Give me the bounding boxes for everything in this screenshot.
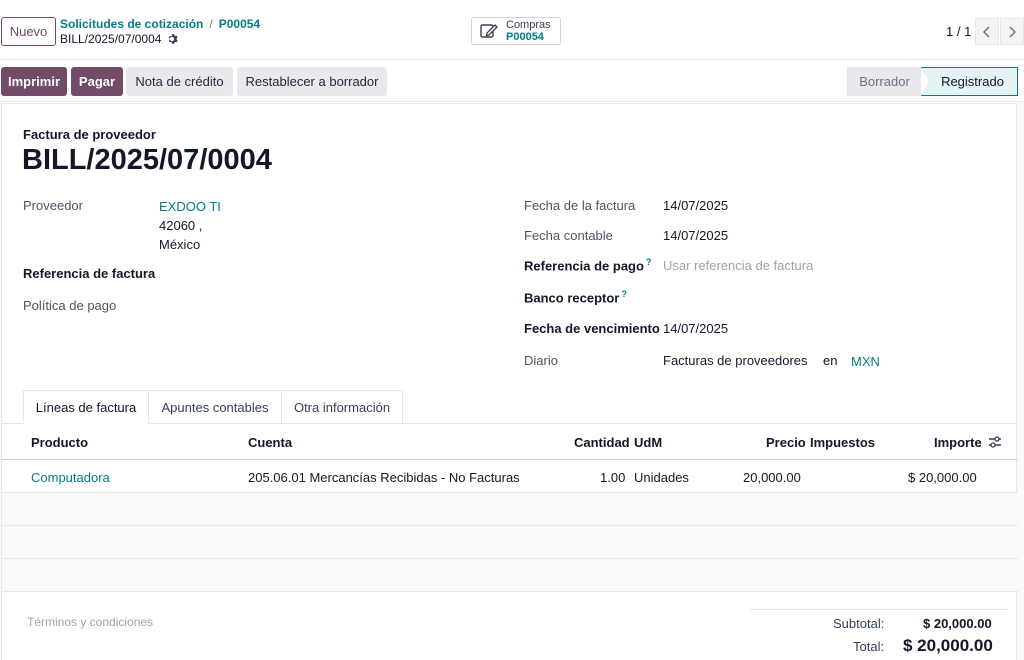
row-product[interactable]: Computadora — [31, 470, 110, 485]
accounting-date-field[interactable]: 14/07/2025 — [663, 228, 728, 243]
invoice-date-label: Fecha de la factura — [524, 198, 636, 213]
smart-button-value: P00054 — [506, 31, 544, 43]
currency-field[interactable]: MXN — [851, 354, 880, 369]
column-price[interactable]: Precio — [766, 435, 806, 450]
empty-row — [2, 526, 1018, 559]
purchase-smart-button[interactable]: Compras P00054 — [471, 17, 561, 45]
row-amount: $ 20,000.00 — [908, 470, 977, 485]
invoice-date-field[interactable]: 14/07/2025 — [663, 198, 728, 213]
row-account[interactable]: 205.06.01 Mercancías Recibidas - No Fact… — [248, 470, 520, 485]
status-bar: Borrador Registrado — [847, 67, 1018, 96]
journal-label: Diario — [524, 353, 558, 368]
column-uom[interactable]: UdM — [634, 435, 662, 450]
empty-row — [2, 559, 1018, 592]
print-button[interactable]: Imprimir — [1, 67, 67, 96]
empty-row — [2, 493, 1018, 526]
gear-icon[interactable] — [166, 33, 179, 45]
breadcrumb-separator: / — [209, 17, 213, 31]
edit-document-icon — [480, 24, 498, 38]
due-date-label: Fecha de vencimiento — [524, 321, 660, 336]
journal-field[interactable]: Facturas de proveedores — [663, 353, 808, 368]
vendor-address-line1: 42060 , — [159, 218, 203, 233]
tab-invoice-lines[interactable]: Líneas de factura — [23, 390, 149, 424]
total-value: $ 20,000.00 — [903, 636, 993, 655]
terms-conditions-field[interactable]: Términos y condiciones — [27, 615, 153, 629]
form-sheet: Factura de proveedor BILL/2025/07/0004 P… — [1, 103, 1018, 660]
pager-previous-button[interactable] — [975, 18, 999, 45]
due-date-field[interactable]: 14/07/2025 — [663, 321, 728, 336]
column-settings-icon[interactable] — [988, 436, 1002, 448]
currency-in-label: en — [823, 353, 838, 368]
vendor-address-line2: México — [159, 237, 201, 252]
chevron-left-icon — [983, 25, 990, 38]
document-type-label: Factura de proveedor — [23, 127, 156, 142]
subtotal-label: Subtotal: — [833, 616, 885, 631]
help-icon[interactable]: ? — [621, 289, 627, 299]
column-taxes[interactable]: Impuestos — [810, 435, 875, 450]
chevron-right-icon — [1009, 25, 1016, 38]
pager-next-button[interactable] — [1000, 18, 1024, 45]
accounting-date-label: Fecha contable — [524, 228, 613, 243]
breadcrumb-parent-link[interactable]: Solicitudes de cotización — [60, 17, 203, 31]
pager-value[interactable]: 1 / 1 — [946, 24, 971, 39]
table-row[interactable]: Computadora 205.06.01 Mercancías Recibid… — [2, 460, 1018, 493]
tab-journal-items[interactable]: Apuntes contables — [148, 390, 282, 424]
tab-other-info[interactable]: Otra información — [281, 390, 403, 424]
smart-button-label: Compras — [506, 19, 551, 31]
record-name-label: BILL/2025/07/0004 — [60, 32, 162, 46]
row-price[interactable]: 20,000.00 — [743, 470, 801, 485]
pay-button[interactable]: Pagar — [71, 67, 123, 96]
invoice-lines-header: Producto Cuenta Cantidad UdM Precio Impu… — [2, 424, 1018, 460]
totals-divider — [750, 609, 1008, 610]
column-account[interactable]: Cuenta — [248, 435, 292, 450]
status-draft[interactable]: Borrador — [847, 67, 921, 96]
document-title: BILL/2025/07/0004 — [22, 144, 272, 176]
new-button[interactable]: Nuevo — [1, 17, 56, 46]
column-amount[interactable]: Importe — [934, 435, 982, 450]
reset-to-draft-button[interactable]: Restablecer a borrador — [237, 67, 387, 96]
bill-reference-label: Referencia de factura — [23, 266, 156, 281]
subtotal-value: $ 20,000.00 — [923, 616, 992, 631]
breadcrumb-current-link[interactable]: P00054 — [219, 17, 260, 31]
vendor-field[interactable]: EXDOO TI — [159, 199, 221, 214]
notebook-tabs: Líneas de factura Apuntes contables Otra… — [23, 390, 403, 424]
credit-note-button[interactable]: Nota de crédito — [126, 67, 233, 96]
row-quantity[interactable]: 1.00 — [600, 470, 625, 485]
breadcrumb: Solicitudes de cotización / P00054 — [60, 17, 260, 31]
payment-reference-label-text: Referencia de pago — [524, 258, 644, 274]
payment-reference-field[interactable]: Usar referencia de factura — [663, 258, 813, 273]
record-name: BILL/2025/07/0004 — [60, 32, 179, 46]
action-bar: Imprimir Pagar Nota de crédito Restablec… — [0, 60, 1024, 102]
payment-policy-label: Política de pago — [23, 298, 117, 313]
status-posted[interactable]: Registrado — [921, 67, 1018, 96]
row-uom[interactable]: Unidades — [634, 470, 689, 485]
control-panel: Nuevo Solicitudes de cotización / P00054… — [0, 0, 1024, 60]
payment-reference-label: Referencia de pago? — [524, 257, 651, 273]
vendor-label: Proveedor — [23, 198, 83, 213]
total-label: Total: — [853, 639, 885, 654]
column-product[interactable]: Producto — [31, 435, 88, 450]
column-quantity[interactable]: Cantidad — [574, 435, 630, 450]
recipient-bank-label-text: Banco receptor — [524, 290, 620, 306]
recipient-bank-label: Banco receptor? — [524, 289, 627, 305]
help-icon[interactable]: ? — [646, 257, 652, 267]
